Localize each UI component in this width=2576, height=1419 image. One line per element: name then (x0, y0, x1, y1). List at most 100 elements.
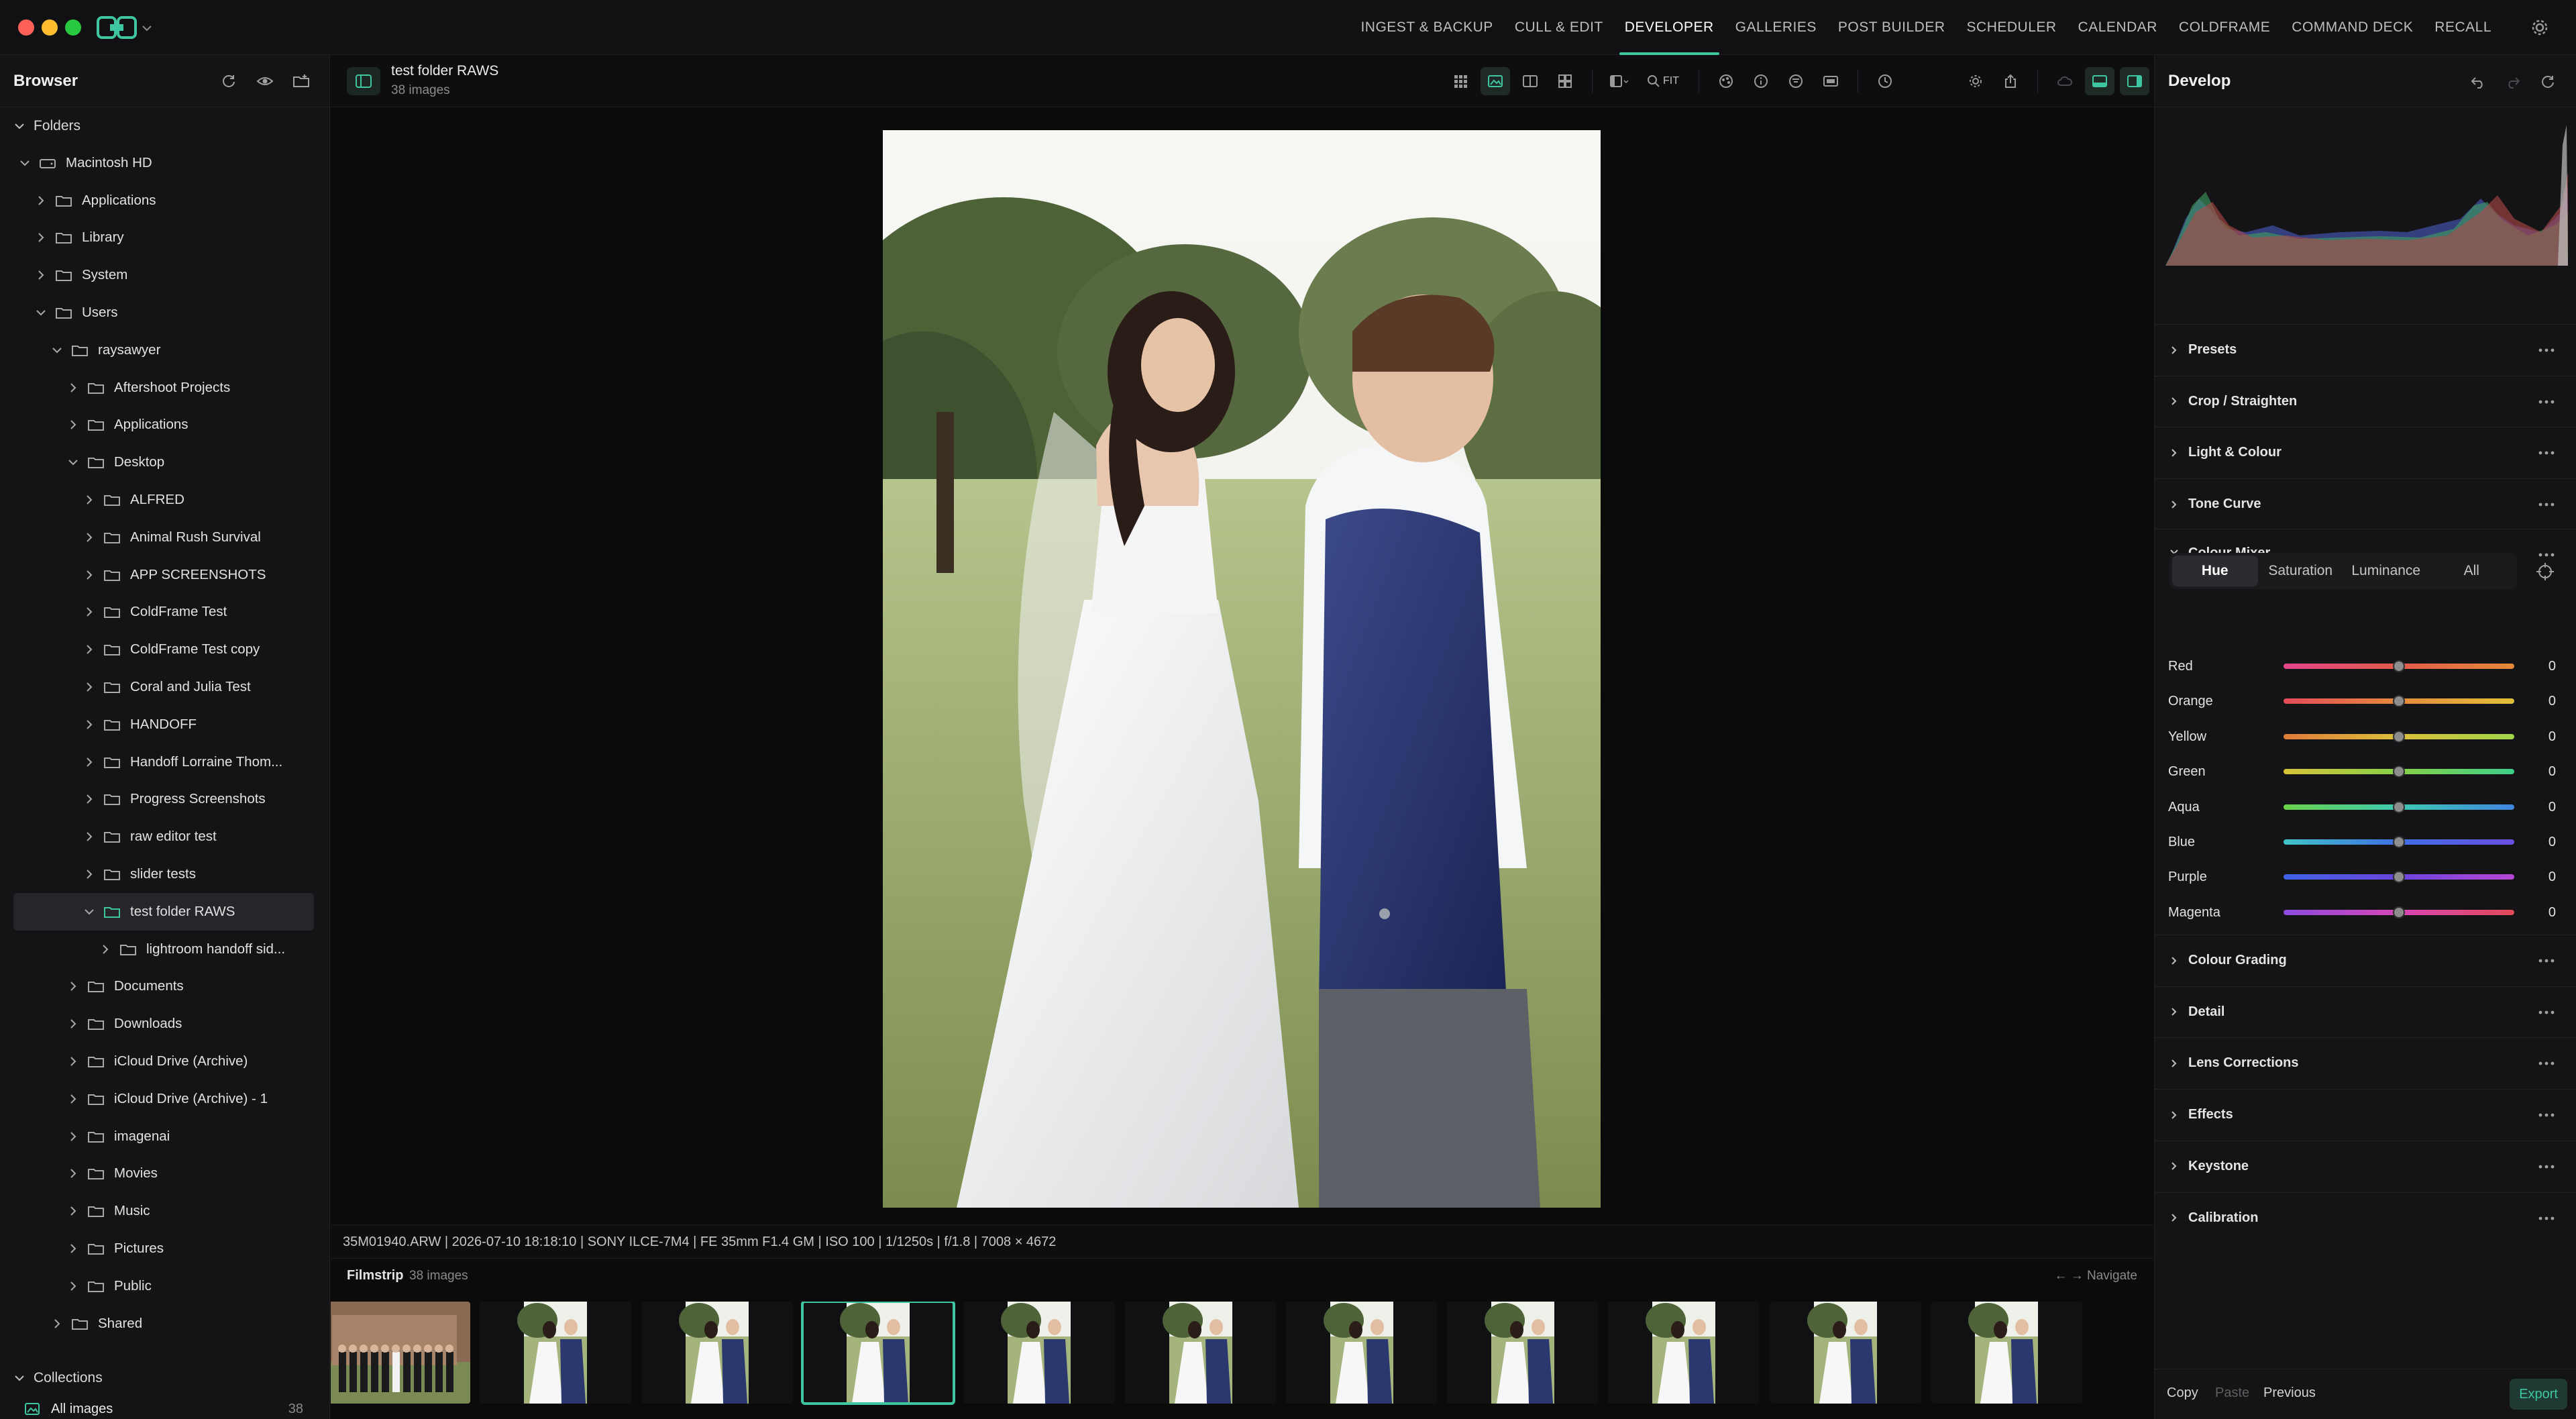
hsl-slider-handle[interactable] (2393, 800, 2405, 813)
gear-icon[interactable] (2530, 18, 2549, 37)
folder-tree-item[interactable]: imagenai (0, 1118, 329, 1155)
panel-layout-button[interactable] (1605, 67, 1634, 95)
more-options-icon[interactable] (2536, 1159, 2557, 1175)
folder-tree-item[interactable]: System (0, 256, 329, 294)
app-logo-icon[interactable] (97, 15, 137, 40)
collections-section-header[interactable]: Collections (0, 1359, 330, 1396)
more-options-icon[interactable] (2536, 1055, 2557, 1071)
previous-settings-button[interactable]: Previous (2263, 1385, 2316, 1401)
chevron-down-icon[interactable] (66, 455, 80, 470)
chevron-right-icon[interactable] (82, 568, 97, 582)
hsl-slider-handle[interactable] (2393, 695, 2405, 708)
hsl-slider-handle[interactable] (2393, 836, 2405, 848)
zoom-fit-button[interactable]: FIT (1640, 67, 1686, 95)
tab-hue[interactable]: Hue (2172, 556, 2258, 586)
tab-saturation[interactable]: Saturation (2258, 556, 2344, 586)
chevron-right-icon[interactable] (66, 1279, 80, 1294)
chevron-right-icon[interactable] (82, 829, 97, 844)
hsl-slider-handle[interactable] (2393, 730, 2405, 743)
chevron-right-icon[interactable] (50, 1316, 64, 1331)
chevron-right-icon[interactable] (82, 755, 97, 770)
more-options-icon[interactable] (2536, 1107, 2557, 1123)
collection-all-images[interactable]: All images 38 (0, 1397, 330, 1419)
folder-tree-item[interactable]: Pictures (0, 1230, 329, 1267)
more-options-icon[interactable] (2536, 394, 2557, 410)
section-lens-corrections[interactable]: Lens Corrections (2155, 1037, 2576, 1088)
folder-tree-item[interactable]: APP SCREENSHOTS (0, 556, 329, 594)
chevron-right-icon[interactable] (34, 193, 48, 208)
folder-tree-item[interactable]: Public (0, 1267, 329, 1305)
filter-button[interactable] (1781, 67, 1811, 95)
folder-tree-item[interactable]: iCloud Drive (Archive) - 1 (0, 1080, 329, 1118)
section-light-colour[interactable]: Light & Colour (2155, 427, 2576, 478)
filmstrip-thumbnail[interactable] (1124, 1302, 1277, 1404)
settings-button[interactable] (1961, 67, 1990, 95)
chevron-right-icon[interactable] (82, 867, 97, 882)
color-profile-button[interactable] (1711, 67, 1741, 95)
survey-view-button[interactable] (1550, 67, 1580, 95)
chevron-down-icon[interactable] (17, 156, 32, 170)
chevron-right-icon[interactable] (82, 492, 97, 507)
chevron-right-icon[interactable] (66, 1016, 80, 1031)
export-button[interactable]: Export (2510, 1379, 2567, 1410)
filmstrip-thumbnail[interactable] (1769, 1302, 1921, 1404)
redo-button[interactable] (2498, 67, 2528, 97)
hsl-slider-handle[interactable] (2393, 871, 2405, 884)
filmstrip-thumbnail[interactable] (1447, 1302, 1599, 1404)
filmstrip-thumbnail[interactable] (1285, 1302, 1438, 1404)
visibility-button[interactable] (250, 66, 280, 96)
chevron-right-icon[interactable] (66, 1204, 80, 1218)
more-options-icon[interactable] (2536, 342, 2557, 358)
section-colour-grading[interactable]: Colour Grading (2155, 935, 2576, 986)
filmstrip-thumbnail[interactable] (1931, 1302, 2082, 1404)
folder-tree-item[interactable]: Music (0, 1192, 329, 1230)
loupe-view-button[interactable] (1481, 67, 1510, 95)
section-crop-straighten[interactable]: Crop / Straighten (2155, 375, 2576, 427)
chevron-right-icon[interactable] (66, 979, 80, 994)
hsl-slider-handle[interactable] (2393, 660, 2405, 672)
window-minimize-button[interactable] (42, 19, 58, 36)
folder-tree-item[interactable]: Downloads (0, 1005, 329, 1043)
window-maximize-button[interactable] (65, 19, 81, 36)
section-tone-curve[interactable]: Tone Curve (2155, 478, 2576, 529)
more-options-icon[interactable] (2536, 496, 2557, 513)
undo-button[interactable] (2463, 67, 2493, 97)
more-options-icon[interactable] (2536, 547, 2557, 563)
tab-all[interactable]: All (2429, 556, 2515, 586)
folder-tree-item[interactable]: Shared (0, 1305, 329, 1343)
folder-tree-item[interactable]: Applications (0, 407, 329, 444)
filmstrip-thumbnail[interactable] (331, 1302, 470, 1404)
folder-tree-item[interactable]: ALFRED (0, 481, 329, 519)
folder-tree-item[interactable]: ColdFrame Test (0, 594, 329, 631)
module-tab-scheduler[interactable]: SCHEDULER (1956, 0, 2068, 55)
folder-tree-item[interactable]: raysawyer (0, 331, 329, 369)
sidebar-toggle-button[interactable] (347, 67, 380, 95)
module-tab-ingest-backup[interactable]: INGEST & BACKUP (1350, 0, 1503, 55)
chevron-right-icon[interactable] (66, 1092, 80, 1106)
chevron-right-icon[interactable] (82, 642, 97, 657)
chevron-right-icon[interactable] (66, 380, 80, 395)
chevron-down-icon[interactable] (82, 904, 97, 919)
info-button[interactable] (1746, 67, 1776, 95)
section-effects[interactable]: Effects (2155, 1089, 2576, 1140)
module-tab-cull-edit[interactable]: CULL & EDIT (1504, 0, 1614, 55)
copy-settings-button[interactable]: Copy (2167, 1385, 2198, 1401)
right-panel-toggle-button[interactable] (2120, 67, 2149, 95)
more-options-icon[interactable] (2536, 445, 2557, 461)
chevron-right-icon[interactable] (66, 1129, 80, 1144)
module-tab-command-deck[interactable]: COMMAND DECK (2281, 0, 2424, 55)
chevron-right-icon[interactable] (82, 680, 97, 694)
chevron-right-icon[interactable] (66, 417, 80, 432)
folder-tree-item[interactable]: Coral and Julia Test (0, 668, 329, 706)
module-tab-recall[interactable]: RECALL (2424, 0, 2502, 55)
reset-button[interactable] (2533, 67, 2563, 97)
chevron-down-icon[interactable] (141, 22, 153, 34)
filmstrip-toggle-button[interactable] (1816, 67, 1845, 95)
chevron-right-icon[interactable] (66, 1241, 80, 1256)
paste-settings-button[interactable]: Paste (2215, 1385, 2249, 1401)
chevron-down-icon[interactable] (34, 305, 48, 320)
tab-luminance[interactable]: Luminance (2343, 556, 2429, 586)
folder-tree-item[interactable]: Progress Screenshots (0, 781, 329, 819)
compare-view-button[interactable] (1515, 67, 1545, 95)
section-presets[interactable]: Presets (2155, 324, 2576, 375)
